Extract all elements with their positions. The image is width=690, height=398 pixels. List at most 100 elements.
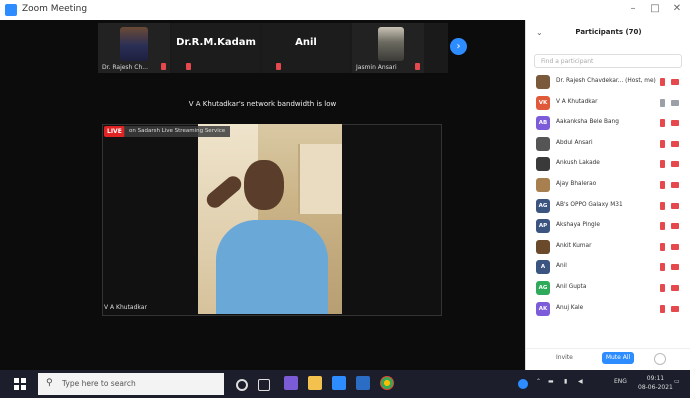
clock-time: 09:11 [646, 375, 665, 382]
participant-row[interactable]: AB Aakanksha Bele Bang [526, 113, 690, 134]
close-icon[interactable]: ✕ [668, 2, 686, 16]
participant-row[interactable]: AG Anil Gupta [526, 278, 690, 299]
battery-icon[interactable]: ▮ [564, 378, 567, 385]
search-icon: ⚲ [46, 378, 53, 388]
participant-name: Ankush Lakade [556, 160, 600, 167]
mute-all-button[interactable]: Mute All [602, 352, 634, 364]
video-thumb[interactable]: Dr.R.M.Kadam [172, 23, 260, 73]
avatar: AP [536, 219, 550, 234]
participant-name: Aakanksha Bele Bang [556, 119, 619, 126]
mail-icon[interactable] [356, 376, 370, 390]
taskbar-search[interactable]: ⚲ Type here to search [38, 373, 224, 395]
mic-muted-icon [186, 63, 191, 70]
camera-off-icon[interactable] [671, 264, 679, 271]
chrome-icon[interactable] [380, 376, 394, 390]
mic-muted-icon[interactable] [660, 160, 665, 169]
next-page-button[interactable]: › [450, 38, 467, 55]
participant-video-icon [378, 27, 404, 61]
mic-muted-icon [276, 63, 281, 70]
video-thumb[interactable]: Jasmin Ansari [352, 23, 424, 73]
thumbnail-strip: Dr. Rajesh Ch... Dr.R.M.Kadam Anil Jasmi… [98, 23, 448, 73]
participant-name: Akshaya Pingle [556, 222, 600, 229]
avatar [536, 177, 550, 192]
participant-search-input[interactable]: Find a participant [534, 54, 682, 68]
mic-muted-icon[interactable] [660, 222, 665, 231]
clock-date: 08-06-2021 [638, 384, 673, 391]
participant-row[interactable]: AP Akshaya Pingle [526, 216, 690, 237]
participant-row[interactable]: Ankush Lakade [526, 154, 690, 175]
language-indicator[interactable]: ENG [614, 378, 627, 385]
video-thumb[interactable]: Anil [262, 23, 350, 73]
participants-header: Participants (70) [575, 28, 642, 36]
window-title: Zoom Meeting [22, 4, 88, 14]
camera-off-icon[interactable] [671, 223, 679, 230]
camera-off-icon[interactable] [671, 305, 679, 312]
mic-muted-icon [161, 63, 166, 70]
mic-muted-icon[interactable] [660, 263, 665, 272]
mic-muted-icon[interactable] [660, 201, 665, 210]
camera-icon[interactable] [671, 99, 679, 106]
video-thumb[interactable]: Dr. Rajesh Ch... [98, 23, 170, 73]
avatar: AB [536, 116, 550, 131]
participant-row[interactable]: Ankit Kumar [526, 237, 690, 258]
zoom-logo-icon [5, 4, 17, 16]
task-view-icon[interactable] [258, 379, 270, 391]
bandwidth-notice: V A Khutadkar's network bandwidth is low [188, 100, 337, 108]
thumb-name: Anil [295, 37, 317, 48]
participant-row[interactable]: AG AB's OPPO Galaxy M31 [526, 196, 690, 217]
clock[interactable]: 09:11 08-06-2021 [638, 374, 673, 392]
avatar [536, 136, 550, 151]
participant-row[interactable]: VK V A Khutadkar [526, 93, 690, 114]
mic-muted-icon[interactable] [660, 304, 665, 313]
speaker-video-feed [198, 124, 342, 314]
mic-muted-icon[interactable] [660, 78, 665, 86]
thumb-name: Dr. Rajesh Ch... [102, 64, 148, 71]
notifications-icon[interactable]: ▭ [674, 378, 680, 385]
camera-off-icon[interactable] [671, 181, 679, 188]
mic-icon[interactable] [660, 98, 665, 107]
more-options-icon[interactable] [654, 353, 666, 365]
app-icon[interactable] [284, 376, 298, 390]
camera-off-icon[interactable] [671, 79, 679, 85]
volume-icon[interactable]: ◀ [578, 378, 583, 385]
participant-name: Anil [556, 263, 567, 270]
tray-chevron-icon[interactable]: ⌃ [536, 378, 541, 385]
participant-list: Dr. Rajesh Chavdekar... (Host, me) VK V A … [526, 72, 690, 319]
mic-muted-icon[interactable] [660, 180, 665, 189]
camera-off-icon[interactable] [671, 202, 679, 209]
file-explorer-icon[interactable] [308, 376, 322, 390]
live-streaming-label[interactable]: on Sadarsh Live Streaming Service [124, 126, 231, 137]
cortana-icon[interactable] [236, 379, 248, 391]
participant-name: Anil Gupta [556, 283, 587, 290]
avatar [536, 75, 550, 89]
participant-video-icon [120, 27, 148, 61]
zoom-taskbar-icon[interactable] [332, 376, 346, 390]
maximize-icon[interactable]: □ [646, 2, 664, 16]
mic-muted-icon[interactable] [660, 119, 665, 128]
mic-muted-icon[interactable] [660, 242, 665, 251]
zoom-tray-icon[interactable] [518, 379, 528, 389]
participant-name: Ankit Kumar [556, 242, 592, 249]
camera-off-icon[interactable] [671, 284, 679, 291]
camera-off-icon[interactable] [671, 140, 679, 147]
minimize-icon[interactable]: – [624, 2, 642, 16]
camera-off-icon[interactable] [671, 243, 679, 250]
title-bar: Zoom Meeting – □ ✕ [0, 0, 690, 21]
mic-muted-icon [415, 63, 420, 70]
network-icon[interactable]: ▬ [548, 378, 554, 385]
windows-start-icon[interactable] [14, 378, 26, 390]
taskbar-search-input[interactable]: Type here to search [62, 379, 136, 388]
invite-button[interactable]: Invite [556, 354, 573, 361]
mic-muted-icon[interactable] [660, 283, 665, 292]
participant-row[interactable]: Dr. Rajesh Chavdekar... (Host, me) [526, 72, 690, 93]
camera-off-icon[interactable] [671, 120, 679, 127]
mic-muted-icon[interactable] [660, 139, 665, 148]
avatar: AG [536, 280, 550, 295]
camera-off-icon[interactable] [671, 161, 679, 168]
thumb-name: Dr.R.M.Kadam [176, 37, 256, 48]
participant-row[interactable]: A Anil [526, 257, 690, 278]
zoom-window: Zoom Meeting – □ ✕ Dr. Rajesh Ch... Dr.R… [0, 0, 690, 398]
participant-row[interactable]: Ajay Bhalerao [526, 175, 690, 196]
participant-row[interactable]: Abdul Ansari [526, 134, 690, 155]
participant-row[interactable]: AK Anuj Kale [526, 299, 690, 320]
